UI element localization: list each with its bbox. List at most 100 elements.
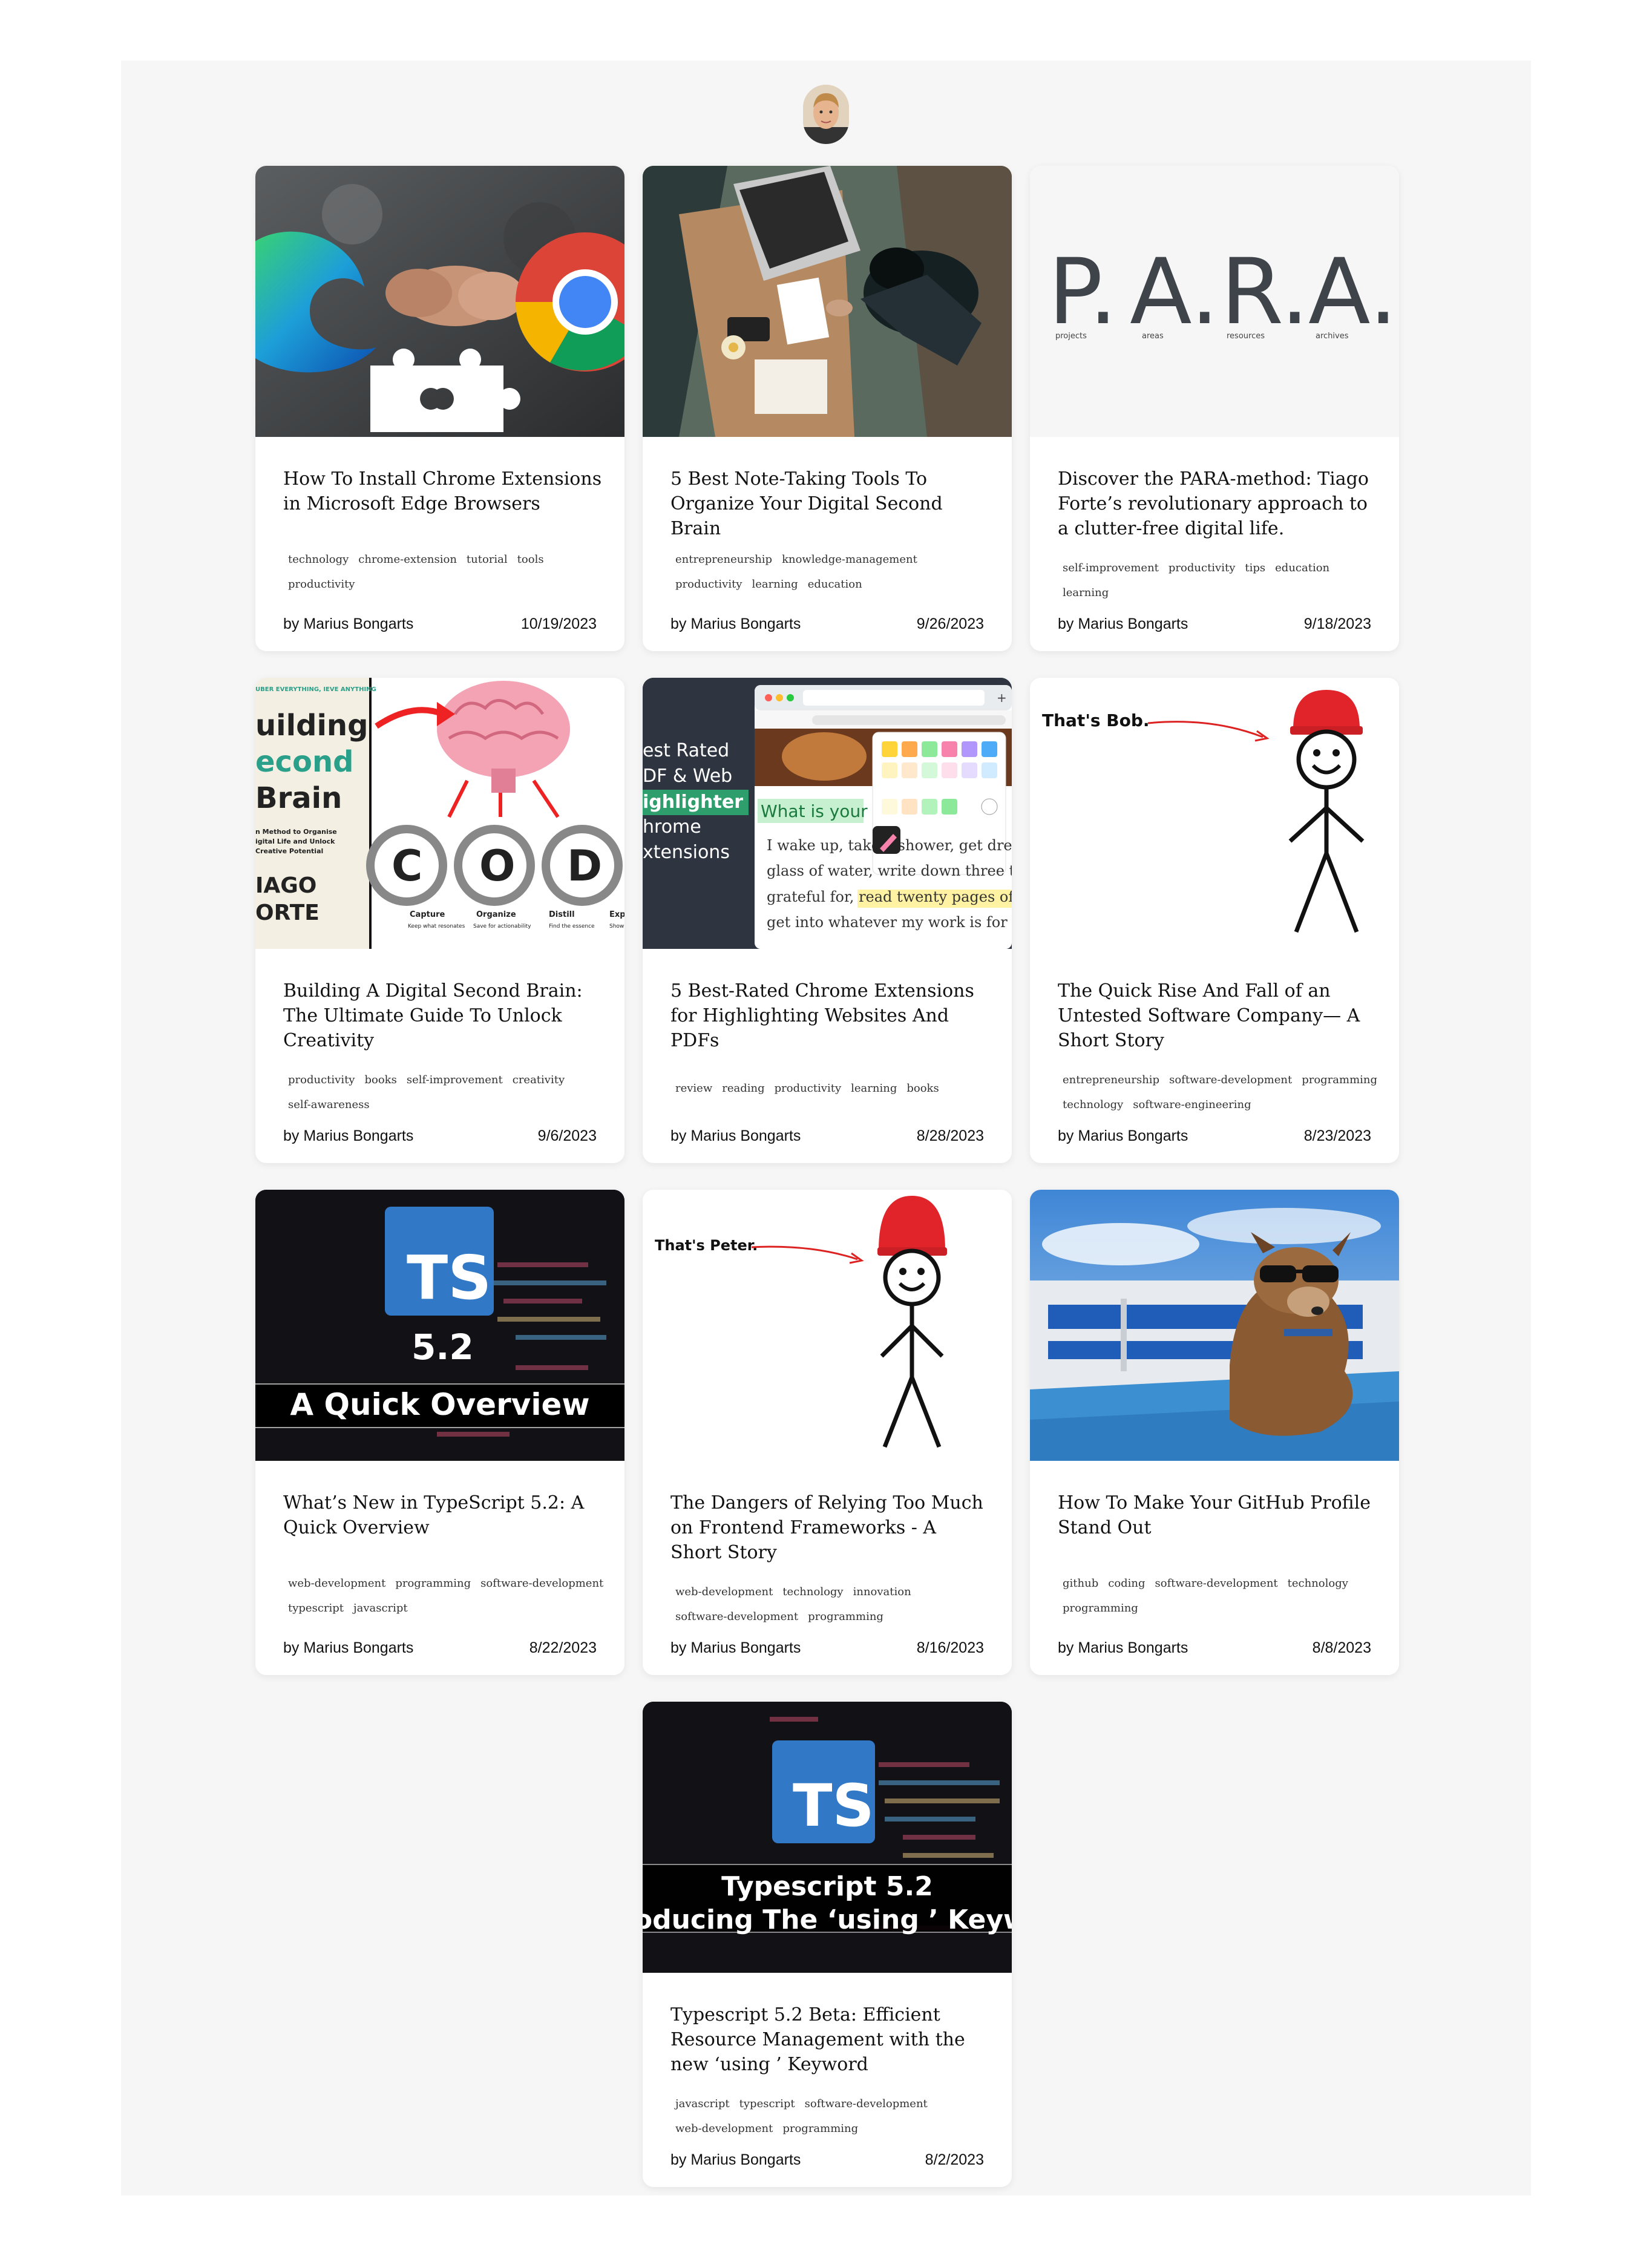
post-date: 10/19/2023 [520,615,597,632]
tag[interactable]: tips [1245,556,1265,580]
tag[interactable]: review [675,1076,712,1101]
post-byline: by Marius Bongarts 9/6/2023 [283,1127,597,1144]
tag[interactable]: typescript [739,2091,795,2116]
post-title[interactable]: 5 Best-Rated Chrome Extensions for Highl… [670,979,991,1053]
tag[interactable]: technology [1288,1571,1348,1596]
svg-text:igital Life and Unlock: igital Life and Unlock [255,838,335,845]
tag[interactable]: software-development [480,1571,603,1596]
tag[interactable]: tools [517,547,544,572]
tag[interactable]: creativity [513,1067,565,1092]
svg-text:xtensions: xtensions [643,842,730,863]
tag[interactable]: software-development [1169,1067,1292,1092]
tag[interactable]: javascript [675,2091,730,2116]
post-title[interactable]: The Dangers of Relying Too Much on Front… [670,1490,991,1565]
tag[interactable]: programming [1302,1067,1377,1092]
author-name[interactable]: Marius Bongarts [1078,1639,1188,1656]
tag[interactable]: innovation [853,1579,911,1604]
tag[interactable]: education [1275,556,1329,580]
tag[interactable]: software-development [805,2091,928,2116]
post-title[interactable]: Building A Digital Second Brain: The Ult… [283,979,604,1053]
post-tags: web-development technology innovation softw… [670,1579,997,1629]
tag[interactable]: entrepreneurship [1063,1067,1159,1092]
author-name[interactable]: Marius Bongarts [303,1639,413,1656]
post-card[interactable]: UBER EVERYTHING, IEVE ANYTHING uilding e… [255,678,624,1163]
tag[interactable]: technology [1063,1092,1123,1117]
tag[interactable]: productivity [288,1067,355,1092]
post-card[interactable]: P. A. R. A. projects areas resources arc… [1030,166,1399,651]
post-title[interactable]: Discover the PARA-method: Tiago Forte’s … [1058,467,1378,541]
author-name[interactable]: Marius Bongarts [690,615,801,632]
tag[interactable]: programming [808,1604,883,1629]
post-byline: by Marius Bongarts 9/18/2023 [1058,615,1371,632]
author-name[interactable]: Marius Bongarts [690,2151,801,2168]
tag[interactable]: books [906,1076,939,1101]
author-name[interactable]: Marius Bongarts [690,1639,801,1656]
tag[interactable]: productivity [675,572,742,597]
svg-text:Find the essence: Find the essence [549,923,595,930]
tag[interactable]: chrome-extension [358,547,457,572]
tag[interactable]: technology [782,1579,843,1604]
post-card[interactable]: TS 5.2 A Quick Overview What’s New in Ty… [255,1190,624,1675]
tag[interactable]: self-improvement [1063,556,1159,580]
tag[interactable]: productivity [288,572,355,597]
tag[interactable]: typescript [288,1596,344,1621]
post-card[interactable]: TS Typescript 5.2 troducing The ‘using ’… [643,1702,1012,2187]
post-title[interactable]: How To Make Your GitHub Profile Stand Ou… [1058,1490,1378,1540]
author-name[interactable]: Marius Bongarts [690,1127,801,1144]
tag[interactable]: software-development [675,1604,798,1629]
tag[interactable]: learning [752,572,798,597]
tag[interactable]: knowledge-management [782,547,917,572]
para-word: resources [1227,332,1265,341]
post-byline: by Marius Bongarts 8/2/2023 [670,2151,984,2168]
tag[interactable]: programming [782,2116,858,2141]
post-title[interactable]: 5 Best Note-Taking Tools To Organize You… [670,467,991,541]
tag[interactable]: web-development [675,2116,773,2141]
tag[interactable]: programming [1063,1596,1138,1621]
tag[interactable]: reading [722,1076,764,1101]
tag[interactable]: technology [288,547,349,572]
svg-text:DF & Web: DF & Web [643,766,732,787]
author-name[interactable]: Marius Bongarts [1078,1127,1188,1144]
post-card[interactable]: How To Make Your GitHub Profile Stand Ou… [1030,1190,1399,1675]
post-title[interactable]: Typescript 5.2 Beta: Efficient Resource … [670,2002,991,2077]
svg-text:troducing The ‘using ’ Keywo: troducing The ‘using ’ Keywo [643,1904,1012,1935]
tag[interactable]: javascript [353,1596,408,1621]
post-card[interactable]: That's Peter. The Dangers of Relying Too… [643,1190,1012,1675]
post-title[interactable]: What’s New in TypeScript 5.2: A Quick Ov… [283,1490,604,1540]
tag[interactable]: coding [1108,1571,1145,1596]
tag[interactable]: books [364,1067,396,1092]
post-tags: github coding software-development technolo… [1058,1571,1385,1621]
author-name[interactable]: Marius Bongarts [303,615,413,632]
svg-text:+: + [997,690,1007,705]
post-card[interactable]: est Rated DF & Web ighlighter hrome xten… [643,678,1012,1163]
tag[interactable]: web-development [288,1571,385,1596]
tag[interactable]: productivity [775,1076,841,1101]
tag[interactable]: programming [395,1571,471,1596]
svg-text:n Method to Organise: n Method to Organise [255,828,337,836]
tag[interactable]: entrepreneurship [675,547,772,572]
tag[interactable]: software-engineering [1133,1092,1251,1117]
tag[interactable]: learning [851,1076,897,1101]
tag[interactable]: productivity [1169,556,1235,580]
tag[interactable]: software-development [1155,1571,1278,1596]
post-card[interactable]: That's Bob. The Quick Rise And Fall of a… [1030,678,1399,1163]
post-card[interactable]: How To Install Chrome Extensions in Micr… [255,166,624,651]
tag[interactable]: tutorial [467,547,508,572]
post-date: 9/18/2023 [1303,615,1371,632]
post-card[interactable]: 5 Best Note-Taking Tools To Organize You… [643,166,1012,651]
post-title[interactable]: The Quick Rise And Fall of an Untested S… [1058,979,1378,1053]
tag[interactable]: web-development [675,1579,773,1604]
tag[interactable]: education [808,572,862,597]
tag[interactable]: github [1063,1571,1098,1596]
post-thumbnail: TS Typescript 5.2 troducing The ‘using ’… [643,1702,1012,1973]
author-avatar[interactable] [803,85,849,144]
tag[interactable]: self-improvement [407,1067,503,1092]
post-title[interactable]: How To Install Chrome Extensions in Micr… [283,467,604,516]
post-date: 9/6/2023 [537,1127,597,1144]
author-name[interactable]: Marius Bongarts [303,1127,413,1144]
post-thumbnail: That's Peter. [643,1190,1012,1461]
author-name[interactable]: Marius Bongarts [1078,615,1188,632]
para-word: projects [1055,332,1087,341]
tag[interactable]: self-awareness [288,1092,370,1117]
tag[interactable]: learning [1063,580,1109,605]
